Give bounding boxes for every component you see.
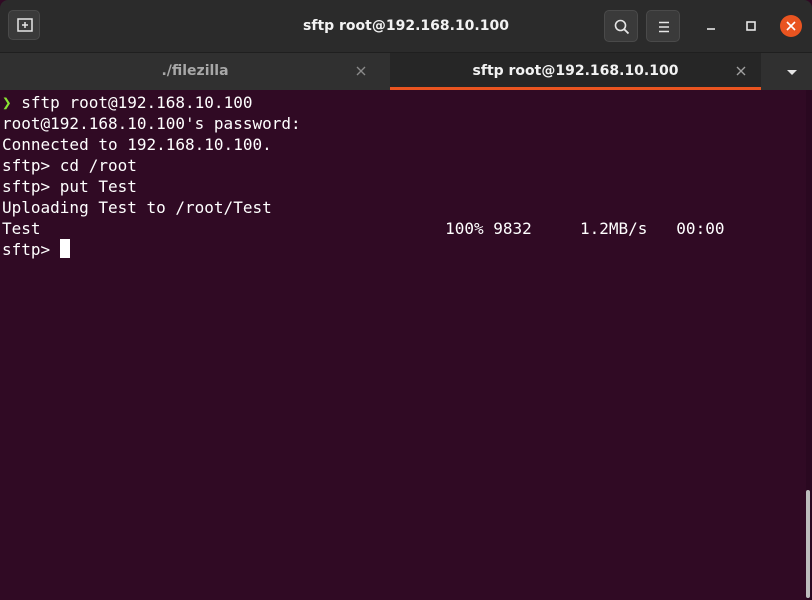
maximize-icon bbox=[746, 21, 756, 31]
scrollbar-thumb[interactable] bbox=[806, 490, 810, 598]
hamburger-menu-icon bbox=[659, 21, 669, 33]
scrollbar[interactable] bbox=[806, 90, 812, 600]
terminal-line: sftp> cd /root bbox=[2, 156, 137, 175]
tab-label: ./filezilla bbox=[161, 63, 229, 79]
minimize-button[interactable] bbox=[701, 16, 721, 36]
search-icon bbox=[614, 19, 630, 35]
chevron-down-icon[interactable] bbox=[784, 66, 800, 78]
text-cursor bbox=[59, 239, 70, 258]
terminal-line: Uploading Test to /root/Test bbox=[2, 198, 272, 217]
terminal-line: sftp> put Test bbox=[2, 177, 137, 196]
close-icon bbox=[786, 21, 796, 31]
prompt-arrow: ❯ bbox=[2, 93, 12, 112]
terminal-line: Test 100% 9832 1.2MB/s 00:00 bbox=[2, 219, 725, 238]
new-tab-button[interactable] bbox=[8, 10, 40, 40]
tab-filezilla[interactable]: ./filezilla bbox=[0, 53, 390, 90]
window-title: sftp root@192.168.10.100 bbox=[303, 18, 509, 34]
prompt-text: sftp> bbox=[2, 240, 60, 259]
terminal-line: sftp> bbox=[2, 239, 70, 260]
tab-label: sftp root@192.168.10.100 bbox=[472, 63, 679, 79]
minimize-icon bbox=[707, 28, 715, 30]
maximize-button[interactable] bbox=[741, 16, 761, 36]
tab-sftp[interactable]: sftp root@192.168.10.100 bbox=[390, 53, 761, 90]
tab-close-icon[interactable] bbox=[735, 65, 747, 77]
new-tab-icon bbox=[17, 18, 33, 32]
terminal-line: root@192.168.10.100's password: bbox=[2, 114, 301, 133]
menu-button[interactable] bbox=[646, 10, 680, 42]
search-button[interactable] bbox=[604, 10, 638, 42]
tab-bar: ./filezilla sftp root@192.168.10.100 bbox=[0, 52, 812, 90]
terminal-output[interactable]: ❯ sftp root@192.168.10.100 root@192.168.… bbox=[0, 90, 806, 600]
terminal-line: Connected to 192.168.10.100. bbox=[2, 135, 272, 154]
terminal-line: ❯ sftp root@192.168.10.100 bbox=[2, 93, 253, 112]
title-bar: sftp root@192.168.10.100 bbox=[0, 0, 812, 52]
close-button[interactable] bbox=[780, 15, 802, 37]
tab-close-icon[interactable] bbox=[355, 65, 367, 77]
